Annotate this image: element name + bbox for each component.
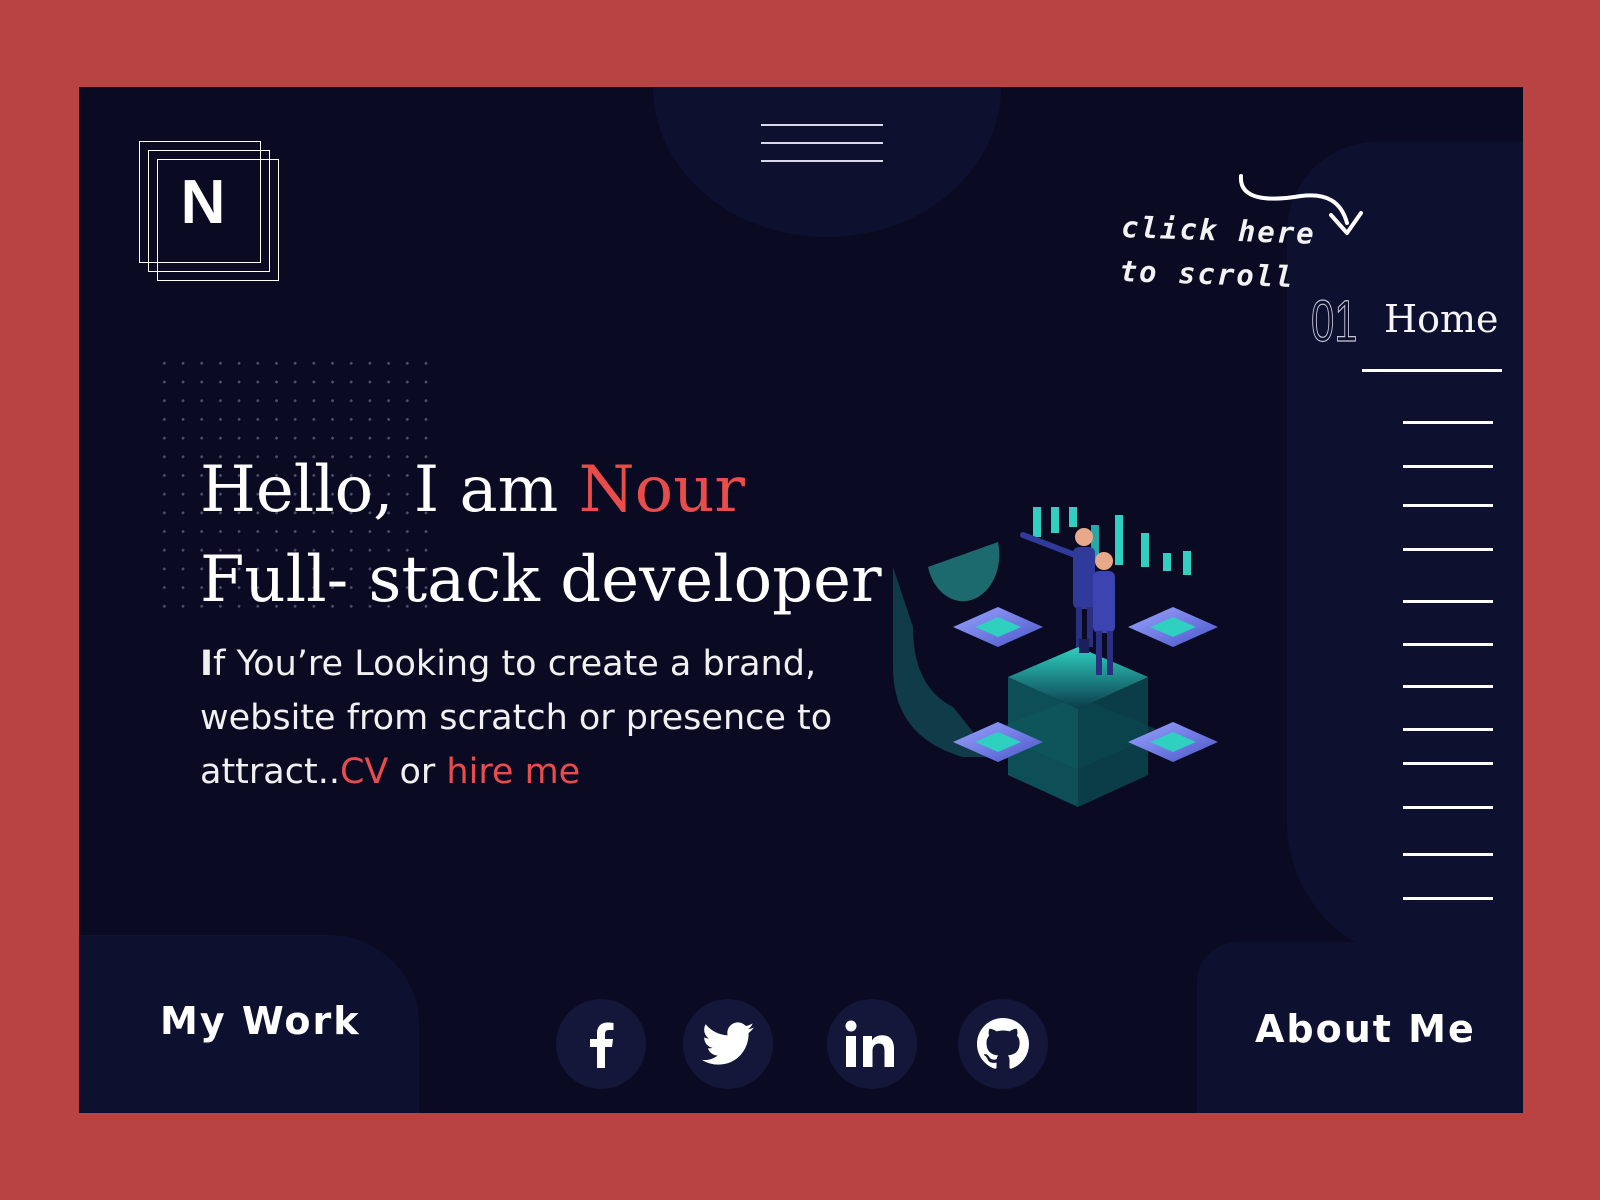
section-tick[interactable] — [1403, 643, 1493, 646]
decorative-blob-right — [1287, 142, 1523, 962]
developer-illustration — [893, 507, 1218, 807]
facebook-button[interactable] — [556, 999, 646, 1089]
section-tick[interactable] — [1403, 806, 1493, 809]
section-tick[interactable] — [1403, 421, 1493, 424]
intro-connector: or — [388, 752, 447, 792]
scroll-hint[interactable]: click here to scroll — [1119, 205, 1317, 300]
intro-first-letter: I — [200, 644, 214, 684]
hire-me-link[interactable]: hire me — [446, 752, 580, 792]
role-title: Full- stack developer — [200, 543, 882, 617]
landing-page: N click here to scroll 01 Home Hello, I … — [79, 87, 1523, 1113]
greeting-text: Hello, I am — [200, 453, 579, 527]
section-tick[interactable] — [1403, 600, 1493, 603]
greeting-line: Hello, I am Nour — [200, 445, 882, 535]
github-icon — [977, 1018, 1029, 1069]
menu-icon-line — [761, 160, 883, 162]
section-tick[interactable] — [1403, 853, 1493, 856]
scroll-hint-line2: to scroll — [1119, 253, 1296, 295]
logo-letter: N — [180, 168, 226, 237]
cv-link[interactable]: CV — [340, 752, 388, 792]
twitter-icon — [702, 1022, 754, 1065]
section-tick[interactable] — [1403, 504, 1493, 507]
twitter-button[interactable] — [683, 999, 773, 1089]
section-number: 01 — [1311, 289, 1358, 354]
section-tick[interactable] — [1403, 685, 1493, 688]
hero-headline: Hello, I am Nour Full- stack developer — [200, 445, 882, 625]
linkedin-icon — [845, 1020, 894, 1067]
about-me-link[interactable]: About Me — [1255, 1007, 1476, 1051]
logo[interactable]: N — [139, 141, 281, 287]
facebook-icon — [590, 1022, 614, 1068]
intro-paragraph: If You’re Looking to create a brand, web… — [200, 637, 880, 799]
section-tick[interactable] — [1403, 548, 1493, 551]
section-tick[interactable] — [1403, 728, 1493, 731]
linkedin-button[interactable] — [827, 999, 917, 1089]
my-work-link[interactable]: My Work — [160, 999, 361, 1043]
active-section-indicator — [1362, 369, 1502, 372]
menu-icon-line — [761, 142, 883, 144]
nav-item-home[interactable]: Home — [1384, 297, 1499, 341]
section-tick[interactable] — [1403, 465, 1493, 468]
menu-button[interactable] — [761, 122, 883, 164]
menu-icon-line — [761, 124, 883, 126]
section-tick[interactable] — [1403, 897, 1493, 900]
hero-name: Nour — [578, 453, 745, 527]
scroll-hint-line1: click here — [1120, 209, 1317, 251]
github-button[interactable] — [958, 999, 1048, 1089]
section-tick[interactable] — [1403, 762, 1493, 765]
